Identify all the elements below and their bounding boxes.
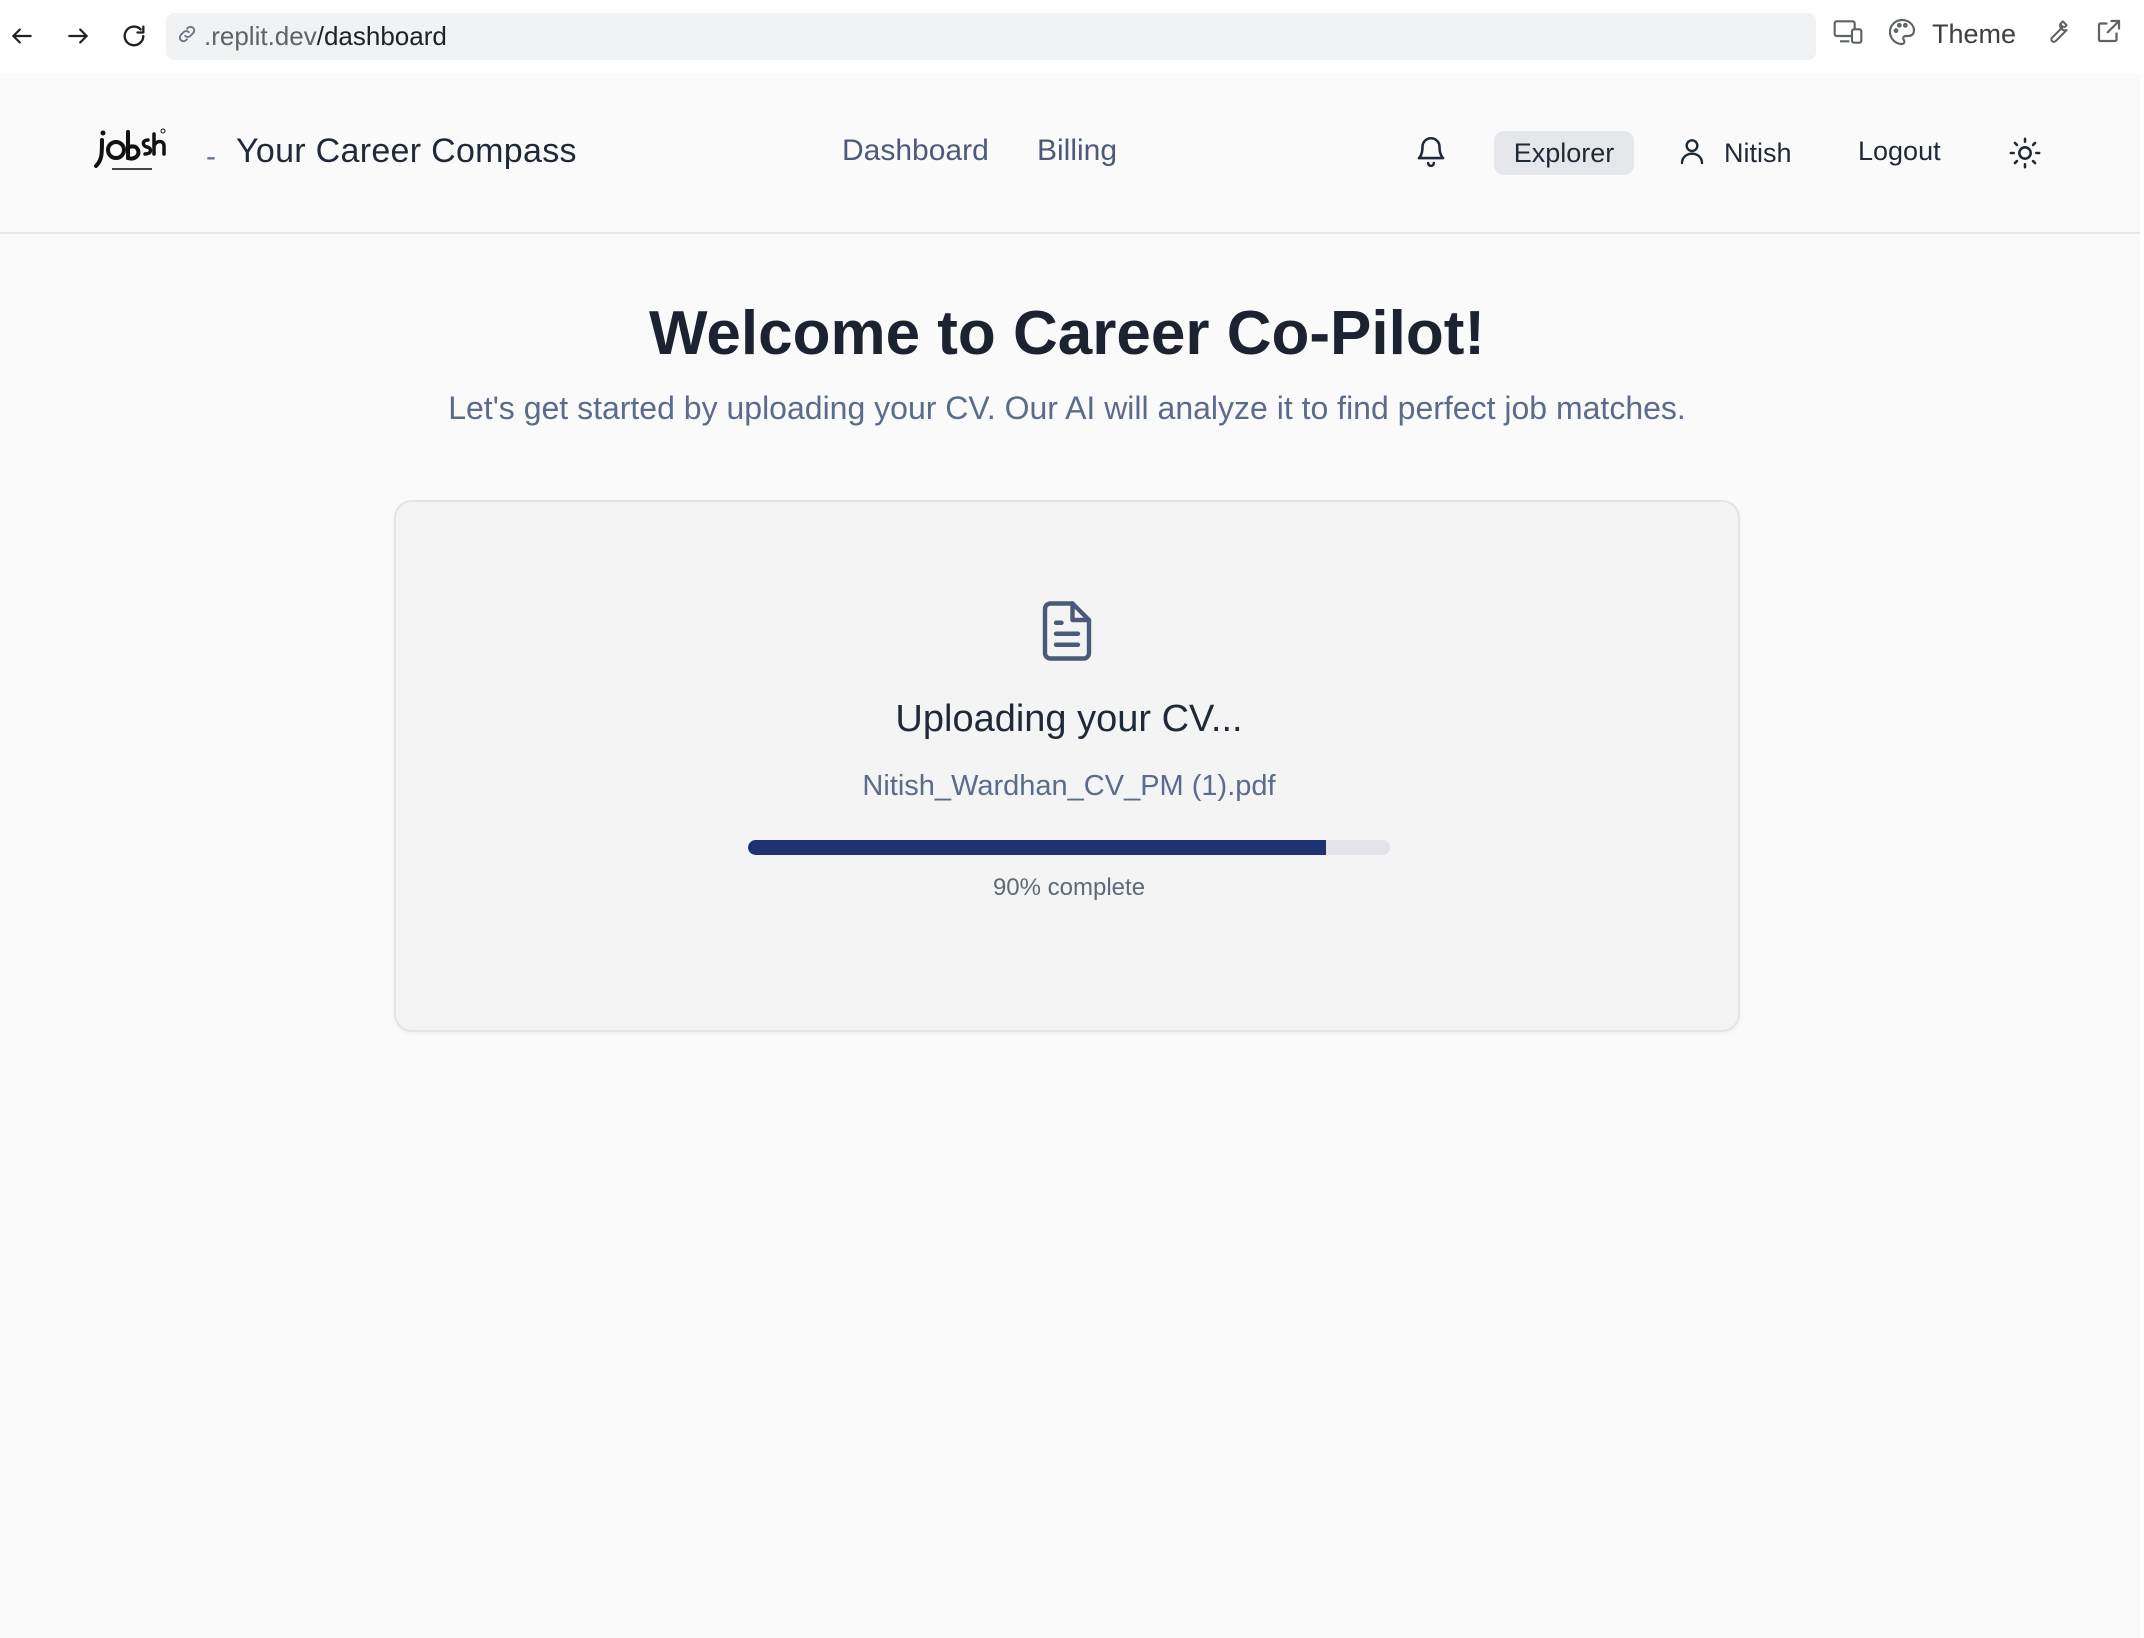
link-icon — [176, 23, 198, 50]
back-arrow-icon[interactable] — [2, 16, 42, 56]
brand-separator: - — [206, 140, 216, 173]
sun-icon[interactable] — [2008, 136, 2042, 170]
url-path: /dashboard — [316, 21, 447, 51]
address-bar[interactable]: .replit.dev/dashboard — [166, 13, 1816, 60]
wrench-icon[interactable] — [2042, 16, 2072, 46]
upload-progress-fill — [748, 840, 1326, 855]
app-header: - Your Career Compass Dashboard Billing … — [0, 74, 2144, 234]
user-icon — [1676, 135, 1708, 172]
user-name: Nitish — [1724, 137, 1792, 168]
url-text: .replit.dev/dashboard — [204, 21, 447, 52]
page: .replit.dev/dashboard Theme - Your Caree… — [0, 0, 2144, 1638]
window-edge — [2140, 0, 2144, 1638]
upload-file-name: Nitish_Wardhan_CV_PM (1).pdf — [862, 770, 1276, 802]
document-icon — [1034, 598, 1100, 664]
upload-status: Uploading your CV... — [895, 698, 1243, 740]
page-subtitle: Let's get started by uploading your CV. … — [448, 390, 1686, 426]
nav-billing-link[interactable]: Billing — [1037, 134, 1117, 168]
browser-toolbar: .replit.dev/dashboard Theme — [0, 0, 2144, 74]
devices-icon[interactable] — [1832, 16, 1864, 48]
upload-progress-label: 90% complete — [992, 874, 1146, 901]
jobsn-logo[interactable] — [92, 126, 168, 180]
logout-button[interactable]: Logout — [1858, 136, 1941, 167]
external-link-icon[interactable] — [2094, 16, 2124, 46]
url-host: .replit.dev — [204, 21, 317, 51]
theme-label: Theme — [1932, 19, 2017, 49]
upload-progress-bar — [748, 840, 1390, 855]
bell-icon[interactable] — [1414, 132, 1450, 172]
nav-dashboard-link[interactable]: Dashboard — [842, 134, 989, 168]
forward-arrow-icon[interactable] — [58, 16, 98, 56]
plan-badge[interactable]: Explorer — [1494, 131, 1634, 175]
palette-icon — [1886, 16, 1918, 53]
brand-tagline: Your Career Compass — [236, 132, 577, 170]
upload-card: Uploading your CV... Nitish_Wardhan_CV_P… — [394, 500, 1740, 1032]
reload-icon[interactable] — [114, 16, 154, 56]
page-title: Welcome to Career Co-Pilot! — [648, 299, 1485, 368]
user-menu-button[interactable]: Nitish — [1676, 130, 1792, 176]
theme-button[interactable]: Theme — [1886, 16, 2016, 53]
